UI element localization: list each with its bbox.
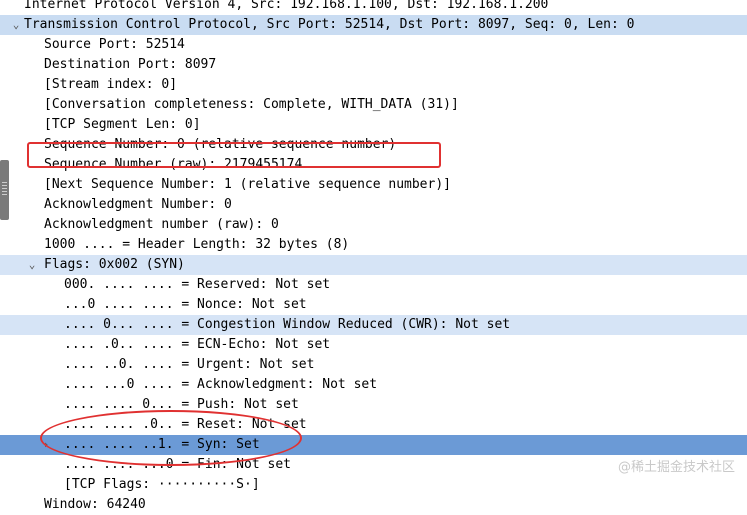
tree-row[interactable]: Acknowledgment Number: 0	[0, 195, 747, 215]
tree-row[interactable]: Sequence Number: 0 (relative sequence nu…	[0, 135, 747, 155]
tree-row-label: .... ...0 .... = Acknowledgment: Not set	[64, 377, 378, 392]
packet-details-tree: Internet Protocol Version 4, Src: 192.16…	[0, 0, 747, 512]
tree-row[interactable]: .... .... 0... = Push: Not set	[0, 395, 747, 415]
pane-resize-handle[interactable]	[0, 160, 9, 220]
expand-chevron-down-icon[interactable]: ⌄	[10, 15, 22, 35]
tree-row-label: Source Port: 52514	[44, 37, 185, 52]
tree-row[interactable]: .... .... .0.. = Reset: Not set	[0, 415, 747, 435]
tree-row-label: [Stream index: 0]	[44, 77, 178, 92]
tree-row-label: [TCP Segment Len: 0]	[44, 117, 201, 132]
tree-row-label: .... .... .0.. = Reset: Not set	[64, 417, 307, 432]
tree-row-label: [Conversation completeness: Complete, WI…	[44, 97, 459, 112]
tree-row[interactable]: ...0 .... .... = Nonce: Not set	[0, 295, 747, 315]
tree-row-label: .... .0.. .... = ECN-Echo: Not set	[64, 337, 331, 352]
tree-row[interactable]: .... ...0 .... = Acknowledgment: Not set	[0, 375, 747, 395]
tree-row[interactable]: [TCP Segment Len: 0]	[0, 115, 747, 135]
tree-row-label: Internet Protocol Version 4, Src: 192.16…	[24, 0, 549, 12]
tree-row[interactable]: Sequence Number (raw): 2179455174	[0, 155, 747, 175]
tree-row-label: Destination Port: 8097	[44, 57, 217, 72]
tree-row[interactable]: Destination Port: 8097	[0, 55, 747, 75]
expand-chevron-right-icon[interactable]: ›	[40, 435, 52, 455]
tree-row[interactable]: [Stream index: 0]	[0, 75, 747, 95]
tree-row-label: .... 0... .... = Congestion Window Reduc…	[64, 317, 511, 332]
tree-row[interactable]: › .... .... ..1. = Syn: Set	[0, 435, 747, 455]
tree-row[interactable]: Internet Protocol Version 4, Src: 192.16…	[0, 0, 747, 15]
tree-row[interactable]: ⌄ Transmission Control Protocol, Src Port…	[0, 15, 747, 35]
tree-row[interactable]: .... 0... .... = Congestion Window Reduc…	[0, 315, 747, 335]
tree-row[interactable]: Source Port: 52514	[0, 35, 747, 55]
tree-row-label: 000. .... .... = Reserved: Not set	[64, 277, 331, 292]
tree-row-label: [Next Sequence Number: 1 (relative seque…	[44, 177, 451, 192]
tree-row-label: Window: 64240	[44, 497, 146, 512]
tree-row[interactable]: Acknowledgment number (raw): 0	[0, 215, 747, 235]
tree-row-label: .... .... ...0 = Fin: Not set	[64, 457, 291, 472]
tree-row-label: 1000 .... = Header Length: 32 bytes (8)	[44, 237, 350, 252]
tree-row-label: Sequence Number (raw): 2179455174	[44, 157, 303, 172]
tree-row[interactable]: 000. .... .... = Reserved: Not set	[0, 275, 747, 295]
tree-row[interactable]: [Conversation completeness: Complete, WI…	[0, 95, 747, 115]
tree-row-label: Transmission Control Protocol, Src Port:…	[24, 17, 635, 32]
tree-row[interactable]: ⌄ Flags: 0x002 (SYN)	[0, 255, 747, 275]
tree-row[interactable]: .... .0.. .... = ECN-Echo: Not set	[0, 335, 747, 355]
tree-row-label: Acknowledgment Number: 0	[44, 197, 232, 212]
tree-row[interactable]: .... ..0. .... = Urgent: Not set	[0, 355, 747, 375]
tree-row[interactable]: [Next Sequence Number: 1 (relative seque…	[0, 175, 747, 195]
tree-row-label: .... ..0. .... = Urgent: Not set	[64, 357, 315, 372]
tree-row[interactable]: Window: 64240	[0, 495, 747, 515]
tree-row-label: Sequence Number: 0 (relative sequence nu…	[44, 137, 397, 152]
watermark: @稀土掘金技术社区	[617, 460, 735, 475]
tree-row-label: Flags: 0x002 (SYN)	[44, 257, 185, 272]
tree-row-label: .... .... 0... = Push: Not set	[64, 397, 299, 412]
tree-row-label: Acknowledgment number (raw): 0	[44, 217, 279, 232]
tree-row-label: ...0 .... .... = Nonce: Not set	[64, 297, 307, 312]
tree-row-label: .... .... ..1. = Syn: Set	[64, 437, 260, 452]
tree-row-label: [TCP Flags: ··········S·]	[64, 477, 260, 492]
tree-row[interactable]: 1000 .... = Header Length: 32 bytes (8)	[0, 235, 747, 255]
tree-row[interactable]: [TCP Flags: ··········S·]	[0, 475, 747, 495]
expand-chevron-down-icon[interactable]: ⌄	[26, 255, 38, 275]
